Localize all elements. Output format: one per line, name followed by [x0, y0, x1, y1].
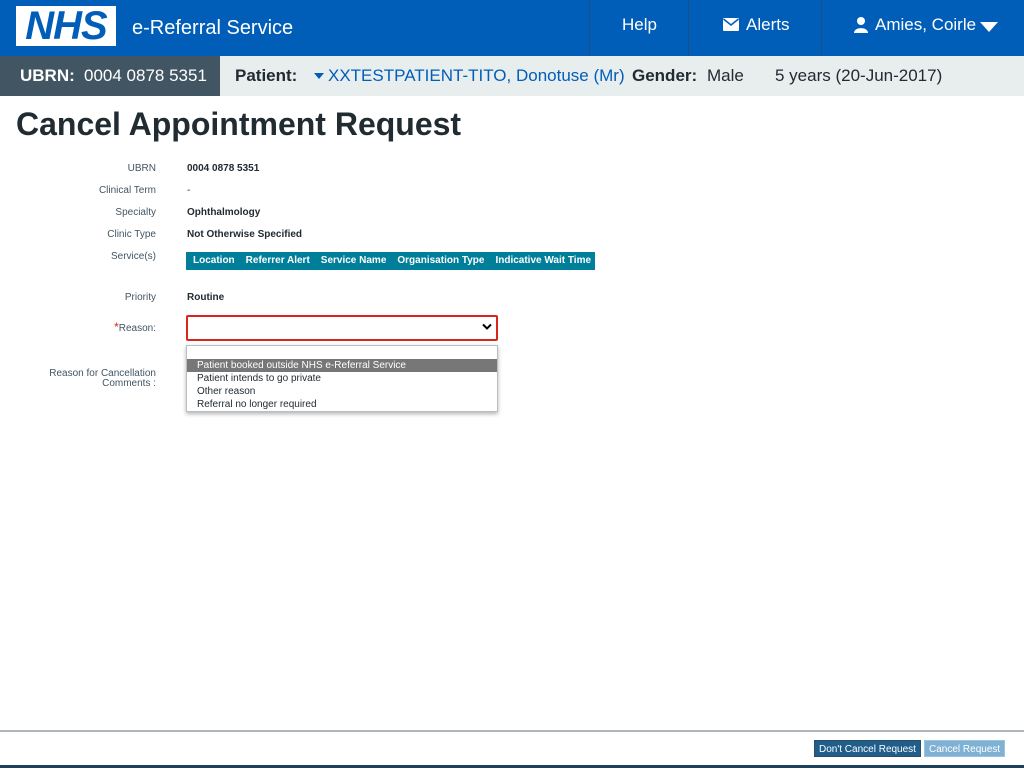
ubrn-banner-value: 0004 0878 5351 [84, 66, 207, 85]
nav-alerts-label: Alerts [746, 15, 790, 34]
gender-label: Gender: [632, 66, 698, 85]
service-name: e-Referral Service [132, 17, 294, 39]
services-col-referrer-alert[interactable]: Referrer Alert [239, 252, 314, 270]
nav-alerts-link[interactable]: Alerts [688, 0, 822, 56]
reason-option-booked-outside[interactable]: Patient booked outside NHS e-Referral Se… [187, 359, 497, 372]
reason-option-no-longer-required[interactable]: Referral no longer required [187, 398, 497, 411]
user-icon [854, 17, 868, 33]
patient-banner: UBRN: 0004 0878 5351 Patient: XXTESTPATI… [0, 56, 1024, 96]
patient-label: Patient: [235, 66, 298, 85]
clinical-term-value: - [187, 185, 191, 196]
envelope-icon [723, 18, 739, 31]
services-col-organisation-type[interactable]: Organisation Type [390, 252, 488, 270]
comments-label: Reason for Cancellation Comments : [49, 369, 156, 389]
clinical-term-label: Clinical Term [98, 185, 156, 196]
clinic-type-label: Clinic Type [107, 229, 156, 240]
nav-help-link[interactable]: Help [589, 0, 689, 56]
ubrn-label: UBRN [127, 163, 156, 174]
reason-label: *Reason: [114, 320, 156, 334]
services-col-service-name[interactable]: Service Name [314, 252, 391, 270]
comments-label-line2: Comments : [102, 378, 156, 389]
reason-option-other[interactable]: Other reason [187, 385, 497, 398]
priority-value: Routine [187, 292, 225, 303]
nav-help-label: Help [622, 15, 657, 34]
patient-age: 5 years (20-Jun-2017) [775, 66, 943, 85]
services-table-header: Location Referrer Alert Service Name Org… [186, 252, 596, 270]
priority-label: Priority [124, 292, 156, 303]
page-title: Cancel Appointment Request [16, 106, 462, 142]
services-col-wait-time[interactable]: Indicative Wait Time [488, 252, 595, 270]
chevron-down-icon [482, 323, 492, 330]
gender-value: Male [707, 66, 744, 85]
user-name: Amies, Coirle [875, 15, 977, 34]
cancel-request-button[interactable]: Cancel Request [924, 740, 1005, 757]
nhs-logo-text: NHS [25, 4, 107, 48]
chevron-down-icon [980, 22, 998, 32]
ubrn-box: UBRN: 0004 0878 5351 [0, 56, 220, 96]
nhs-logo[interactable]: NHS [16, 6, 116, 46]
user-menu[interactable]: Amies, Coirle [821, 0, 1024, 56]
header-bar: NHS e-Referral Service Help Alerts Amies… [0, 0, 1024, 56]
specialty-label: Specialty [115, 207, 156, 218]
patient-name-link[interactable]: XXTESTPATIENT-TITO, Donotuse (Mr) [328, 66, 625, 86]
reason-label-text: Reason: [118, 323, 156, 334]
reason-option-private[interactable]: Patient intends to go private [187, 372, 497, 385]
ubrn-value: 0004 0878 5351 [187, 163, 260, 174]
specialty-value: Ophthalmology [187, 207, 261, 218]
reason-select[interactable] [186, 315, 498, 341]
services-col-location[interactable]: Location [186, 252, 239, 270]
clinic-type-value: Not Otherwise Specified [187, 229, 303, 240]
services-label: Service(s) [110, 251, 156, 262]
dont-cancel-button[interactable]: Don't Cancel Request [814, 740, 921, 757]
ubrn-banner-label: UBRN: [20, 66, 75, 85]
reason-dropdown-list: Patient booked outside NHS e-Referral Se… [186, 345, 498, 412]
caret-down-icon[interactable] [314, 73, 324, 79]
